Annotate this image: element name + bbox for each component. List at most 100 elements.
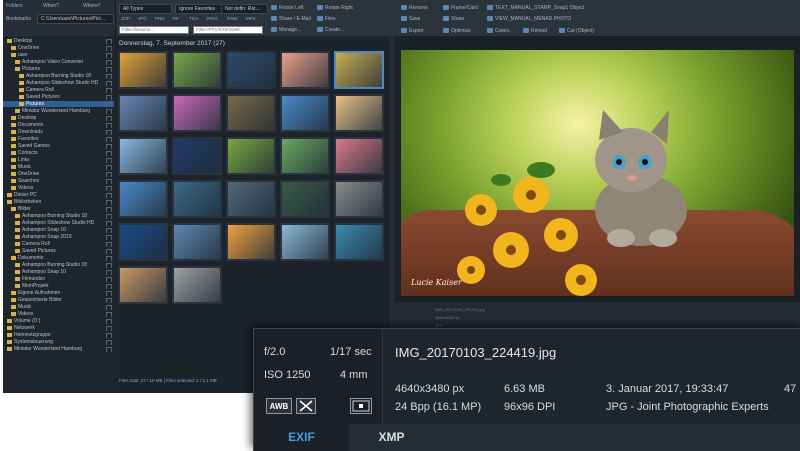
- tree-item[interactable]: Bilder: [3, 206, 114, 212]
- tree-item-checkbox[interactable]: [106, 137, 112, 142]
- create-button[interactable]: Create...: [317, 27, 344, 34]
- share-email-button[interactable]: Share / E-Mail: [271, 16, 311, 23]
- tree-item[interactable]: Contacts: [3, 150, 114, 156]
- tree-item-checkbox[interactable]: [106, 88, 112, 93]
- tree-item-checkbox[interactable]: [106, 235, 112, 240]
- tree-item-checkbox[interactable]: [106, 291, 112, 296]
- tab-folders[interactable]: Folders: [6, 3, 23, 10]
- tree-item[interactable]: Downloads: [3, 129, 114, 135]
- tree-item-checkbox[interactable]: [106, 39, 112, 44]
- tree-item[interactable]: Saved Pictures: [3, 248, 114, 254]
- tree-item-checkbox[interactable]: [106, 165, 112, 170]
- tab-when[interactable]: When?: [43, 3, 59, 10]
- tree-item[interactable]: Documents: [3, 122, 114, 128]
- tree-item-checkbox[interactable]: [106, 116, 112, 121]
- type-chip-jpg[interactable]: JPG: [138, 16, 147, 21]
- thumbnail[interactable]: [226, 223, 276, 261]
- tree-item[interactable]: Ashampoo Slideshow Studio HD: [3, 220, 114, 226]
- tree-item-checkbox[interactable]: [106, 249, 112, 254]
- thumbnail[interactable]: [118, 180, 168, 218]
- tree-item-checkbox[interactable]: [106, 326, 112, 331]
- manage-button[interactable]: Manage...: [271, 27, 301, 34]
- favorites-select[interactable]: Ignore Favorites: [175, 4, 222, 14]
- tree-item-checkbox[interactable]: [106, 95, 112, 100]
- files-button[interactable]: Files: [317, 16, 336, 23]
- thumbnail[interactable]: [118, 137, 168, 175]
- rating-select[interactable]: Not defin: Rat...: [221, 4, 268, 14]
- tree-item[interactable]: Ashampoo Burning Studio 18: [3, 262, 114, 268]
- tree-item-checkbox[interactable]: [106, 74, 112, 79]
- tree-item[interactable]: Links: [3, 157, 114, 163]
- tree-item-checkbox[interactable]: [106, 179, 112, 184]
- tree-item-checkbox[interactable]: [106, 277, 112, 282]
- type-chip-tga[interactable]: TGA: [189, 16, 198, 21]
- type-chip-raw[interactable]: RAW: [227, 16, 237, 21]
- thumbnail[interactable]: [280, 223, 330, 261]
- thumbnail[interactable]: [280, 137, 330, 175]
- thumbnail[interactable]: [172, 137, 222, 175]
- thumbnail[interactable]: [172, 180, 222, 218]
- tree-item-checkbox[interactable]: [106, 284, 112, 289]
- thumbnail[interactable]: [118, 94, 168, 132]
- tree-item-checkbox[interactable]: [106, 102, 112, 107]
- tab-exif[interactable]: EXIF: [254, 424, 349, 451]
- tree-item-checkbox[interactable]: [106, 123, 112, 128]
- thumbnail[interactable]: [280, 51, 330, 89]
- thumbnail[interactable]: [226, 51, 276, 89]
- thumbnail[interactable]: [118, 266, 168, 304]
- frame-card-button[interactable]: Frame/Card: [443, 5, 478, 12]
- tree-item[interactable]: OneDrive: [3, 171, 114, 177]
- thumbnail[interactable]: [226, 137, 276, 175]
- thumbnail[interactable]: [334, 223, 384, 261]
- tree-item[interactable]: Heimnetzgruppe: [3, 332, 114, 338]
- tree-item[interactable]: Filmundso: [3, 276, 114, 282]
- tree-item-checkbox[interactable]: [106, 81, 112, 86]
- tree-item[interactable]: Ashampoo Snap 10: [3, 227, 114, 233]
- type-chip-jgp[interactable]: JGP: [121, 16, 130, 21]
- save-button[interactable]: Save: [401, 16, 420, 23]
- thumbnail[interactable]: [280, 180, 330, 218]
- tree-item-checkbox[interactable]: [106, 242, 112, 247]
- tree-item-checkbox[interactable]: [106, 333, 112, 338]
- tree-item-checkbox[interactable]: [106, 53, 112, 58]
- tree-item-checkbox[interactable]: [106, 305, 112, 310]
- share-button[interactable]: Share: [443, 16, 464, 23]
- tree-item-checkbox[interactable]: [106, 319, 112, 324]
- thumbnail[interactable]: [280, 94, 330, 132]
- thumbnail[interactable]: [118, 223, 168, 261]
- thumbnail[interactable]: [334, 94, 384, 132]
- tree-item-checkbox[interactable]: [106, 67, 112, 72]
- tree-item[interactable]: user: [3, 52, 114, 58]
- tree-item[interactable]: Desktop: [3, 115, 114, 121]
- tree-item[interactable]: Miniatur Wunderland Hamburg: [3, 108, 114, 114]
- thumbnail[interactable]: [226, 180, 276, 218]
- tree-item-checkbox[interactable]: [106, 158, 112, 163]
- type-chip-mp4[interactable]: MP4: [246, 16, 255, 21]
- tree-item-checkbox[interactable]: [106, 151, 112, 156]
- tree-item[interactable]: OneDrive: [3, 45, 114, 51]
- tree-item[interactable]: Music: [3, 164, 114, 170]
- tree-item[interactable]: MeinProjekt: [3, 283, 114, 289]
- address-field[interactable]: C:\Users\user\Pictures\Pict...: [37, 14, 114, 24]
- tree-item-checkbox[interactable]: [106, 270, 112, 275]
- type-filter-select[interactable]: All Types: [119, 4, 172, 14]
- tree-item[interactable]: Videos: [3, 311, 114, 317]
- tab-xmp[interactable]: XMP: [349, 424, 434, 451]
- thumbnail[interactable]: [334, 180, 384, 218]
- filter-filename-input[interactable]: [119, 26, 189, 34]
- tree-item[interactable]: Favorites: [3, 136, 114, 142]
- thumbnail[interactable]: [226, 94, 276, 132]
- export-button[interactable]: Export: [401, 28, 423, 35]
- tree-item[interactable]: Saved Games: [3, 143, 114, 149]
- filter-exif-input[interactable]: [193, 26, 263, 34]
- tree-item-checkbox[interactable]: [106, 46, 112, 51]
- reload-button[interactable]: Reload: [523, 28, 547, 35]
- tree-item[interactable]: Bibliotheken: [3, 199, 114, 205]
- tree-item-checkbox[interactable]: [106, 144, 112, 149]
- rotate-right-button[interactable]: Rotate Right: [317, 5, 353, 12]
- tree-item-checkbox[interactable]: [106, 200, 112, 205]
- rotate-left-button[interactable]: Rotate Left: [271, 5, 303, 12]
- tree-item[interactable]: Volume (D:): [3, 318, 114, 324]
- tree-item-checkbox[interactable]: [106, 60, 112, 65]
- thumbnail[interactable]: [172, 266, 222, 304]
